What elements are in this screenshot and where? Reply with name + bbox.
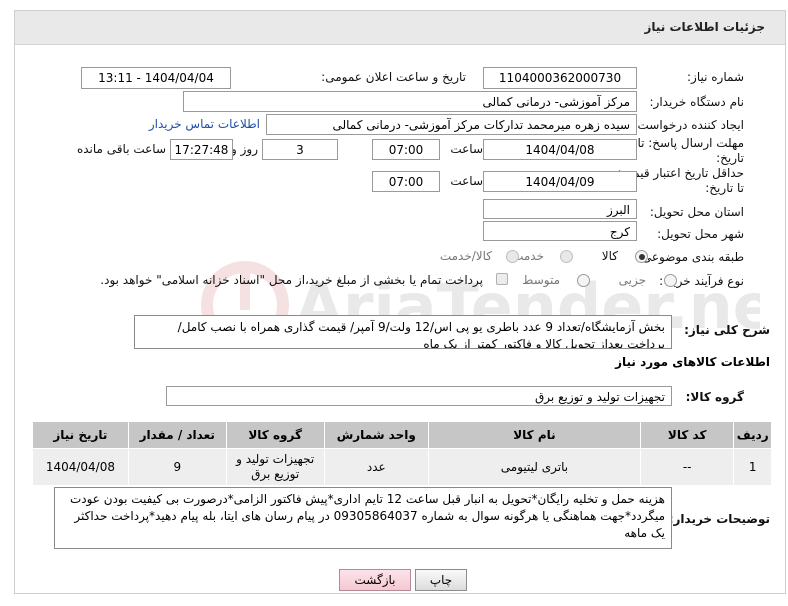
treasury-checkbox[interactable] (496, 273, 508, 285)
treasury-note: پرداخت تمام یا بخشی از مبلغ خرید،از محل … (100, 273, 483, 287)
goods-table: ردیف کد کالا نام کالا واحد شمارش گروه کا… (32, 421, 772, 486)
remaining-time-label: ساعت باقی مانده (76, 142, 166, 156)
page-title: جزئیات اطلاعات نیاز (644, 20, 765, 34)
reply-time-label: ساعت (450, 142, 483, 156)
requester-field[interactable]: سیده زهره میرمحمد تدارکات مرکز آموزشی- د… (266, 114, 637, 135)
requester-label: ایجاد کننده درخواست: (633, 118, 744, 132)
reply-deadline-label-2: تاریخ: (716, 151, 744, 165)
col-date: تاریخ نیاز (32, 421, 129, 449)
city-field[interactable]: کرج (483, 221, 637, 241)
price-validity-date-field[interactable]: 1404/04/09 (483, 171, 637, 192)
col-index: ردیف (733, 421, 772, 449)
col-name: نام کالا (427, 421, 641, 449)
back-button[interactable]: بازگشت (339, 569, 411, 591)
row-index: 1 (733, 448, 772, 486)
buyer-notes-label: توضیحات خریدار: (668, 512, 770, 526)
price-validity-label-2: تا تاریخ: (705, 181, 744, 195)
col-qty: تعداد / مقدار (127, 421, 227, 449)
category-option-goods-service: کالا/خدمت (439, 249, 492, 263)
row-code: -- (639, 448, 735, 486)
goods-table-header: ردیف کد کالا نام کالا واحد شمارش گروه کا… (32, 421, 772, 449)
print-button[interactable]: چاپ (415, 569, 467, 591)
col-group: گروه کالا (225, 421, 325, 449)
process-option-minor: جزیی (618, 273, 646, 287)
announce-field[interactable]: 1404/04/04 - 13:11 (81, 67, 231, 89)
description-field[interactable]: بخش آزمایشگاه/تعداد 9 عدد باطری یو پی اس… (134, 315, 672, 349)
category-radio-service[interactable] (560, 250, 573, 263)
category-label: طبقه بندی موضوعی: (637, 250, 744, 264)
remaining-time-field[interactable]: 17:27:48 (170, 139, 233, 160)
row-name: باتری لیتیومی (427, 448, 641, 486)
process-option-medium: متوسط (522, 273, 560, 287)
row-date: 1404/04/08 (32, 448, 129, 486)
need-number-field[interactable]: 1104000362000730 (483, 67, 637, 89)
row-qty: 9 (127, 448, 227, 486)
buyer-notes-field[interactable]: هزینه حمل و تخلیه رایگان*تحویل به انبار … (54, 487, 672, 549)
reply-deadline-label-1: مهلت ارسال پاسخ: تا (637, 136, 744, 150)
reply-date-field[interactable]: 1404/04/08 (483, 139, 637, 160)
reply-time-field[interactable]: 07:00 (372, 139, 440, 160)
need-number-label: شماره نیاز: (687, 70, 744, 84)
price-validity-time-field[interactable]: 07:00 (372, 171, 440, 192)
reply-days-field[interactable]: 3 (262, 139, 338, 160)
table-row[interactable]: 1 -- باتری لیتیومی عدد تجهیزات تولید و ت… (32, 448, 772, 486)
description-label: شرح کلی نیاز: (684, 323, 770, 337)
province-field[interactable]: البرز (483, 199, 637, 219)
buyer-org-label: نام دستگاه خریدار: (649, 95, 745, 109)
reply-days-label: روز و (231, 142, 258, 156)
category-option-goods: کالا (601, 249, 618, 263)
price-validity-time-label: ساعت (450, 174, 483, 188)
buyer-org-field[interactable]: مرکز آموزشی- درمانی کمالی (183, 91, 637, 112)
announce-label: تاریخ و ساعت اعلان عمومی: (321, 70, 466, 84)
col-unit: واحد شمارش (323, 421, 429, 449)
goods-group-field[interactable]: تجهیزات تولید و توزیع برق (166, 386, 672, 406)
category-radio-goods[interactable] (635, 250, 648, 263)
process-radio-minor[interactable] (664, 274, 677, 287)
goods-group-label: گروه کالا: (685, 390, 744, 404)
row-unit: عدد (323, 448, 429, 486)
goods-section-title: اطلاعات کالاهای مورد نیاز (615, 355, 770, 369)
header-bar: جزئیات اطلاعات نیاز (15, 11, 785, 45)
buyer-contact-link[interactable]: اطلاعات تماس خریدار (149, 117, 260, 131)
city-label: شهر محل تحویل: (657, 227, 744, 241)
category-radio-goods-service[interactable] (506, 250, 519, 263)
col-code: کد کالا (639, 421, 735, 449)
process-radio-medium[interactable] (577, 274, 590, 287)
province-label: استان محل تحویل: (649, 205, 744, 219)
row-group: تجهیزات تولید و توزیع برق (225, 448, 325, 486)
